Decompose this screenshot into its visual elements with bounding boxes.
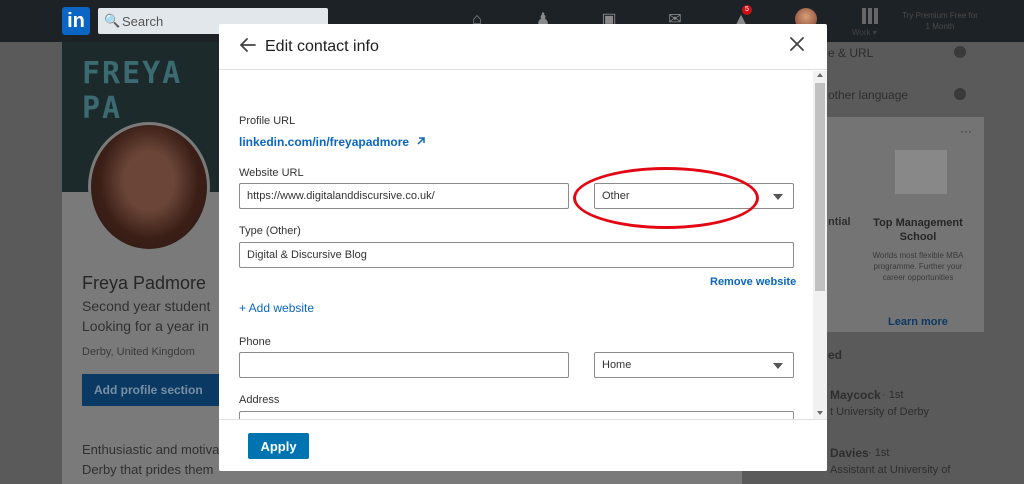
remove-website-link[interactable]: Remove website [710,276,796,288]
chevron-down-icon [773,363,783,369]
scroll-up-icon[interactable] [817,73,823,77]
phone-label: Phone [239,336,271,348]
edit-url-link[interactable]: e & URL [828,46,873,60]
type-other-input[interactable] [239,242,794,268]
help-icon[interactable] [954,88,966,100]
search-icon: 🔍 [104,13,121,28]
chevron-down-icon [773,194,783,200]
more-options-icon[interactable]: ··· [960,124,972,138]
banner-text: FREYA PA [82,56,183,126]
ad-logo [895,150,947,194]
website-url-input[interactable] [239,183,569,209]
profile-url-label: Profile URL [239,115,296,127]
modal-body[interactable]: Profile URL linkedin.com/in/freyapadmore… [219,71,813,419]
phone-input[interactable] [239,352,569,378]
premium-link[interactable]: Try Premium Free for 1 Month [900,10,980,32]
apply-button[interactable]: Apply [248,433,309,459]
add-profile-section-button[interactable]: Add profile section [82,374,220,406]
ad-heading: Top Management School [873,217,963,243]
edit-contact-info-modal: Edit contact info Profile URL linkedin.c… [219,24,827,471]
back-arrow-icon[interactable] [239,36,257,54]
profile-photo[interactable] [88,122,210,252]
people-section-title: ed [828,348,843,362]
nav-search-placeholder: Search [122,14,164,29]
profile-url-link[interactable]: linkedin.com/in/freyapadmore [239,135,426,149]
person-degree: · 1st [882,389,904,401]
scroll-down-icon[interactable] [817,411,823,415]
profile-location: Derby, United Kingdom [82,346,195,358]
red-highlight-oval [573,167,759,229]
website-url-label: Website URL [239,167,304,179]
help-icon[interactable] [954,46,966,58]
work-label[interactable]: Work ▾ [852,28,877,37]
add-website-link[interactable]: + Add website [239,301,314,315]
ad-left-heading: ntial [828,216,851,228]
external-link-icon [417,137,426,145]
person-role: Assistant at University of [830,464,951,476]
address-input[interactable] [239,411,794,419]
phone-type-select[interactable]: Home [594,352,794,378]
profile-headline-line-1: Second year student [82,298,211,314]
other-language-link[interactable]: other language [828,88,908,102]
phone-type-value: Home [602,359,632,371]
person-degree: · 1st [868,447,890,459]
address-label: Address [239,394,280,406]
profile-headline-line-2: Looking for a year in [82,318,209,334]
modal-header: Edit contact info [219,24,827,70]
about-line-2: Derby that prides them [82,462,214,477]
profile-name: Freya Padmore [82,273,207,293]
notification-badge: 5 [742,5,752,15]
scroll-thumb[interactable] [815,83,825,291]
profile-url-text: linkedin.com/in/freyapadmore [239,135,410,149]
type-other-label: Type (Other) [239,225,301,237]
linkedin-logo[interactable]: in [62,7,90,35]
person-name[interactable]: Davies [830,446,869,460]
close-icon[interactable] [789,36,805,52]
ad-subtext: Worlds most flexible MBA programme. Furt… [872,251,964,282]
about-line-1: Enthusiastic and motiva [82,442,220,457]
modal-scrollbar[interactable] [813,71,827,419]
person-name[interactable]: Maycock [830,388,881,402]
modal-title: Edit contact info [265,38,379,55]
learn-more-link[interactable]: Learn more [888,316,948,328]
work-grid-icon[interactable] [862,8,878,24]
person-role: t University of Derby [830,406,930,418]
modal-footer: Apply [219,419,827,471]
